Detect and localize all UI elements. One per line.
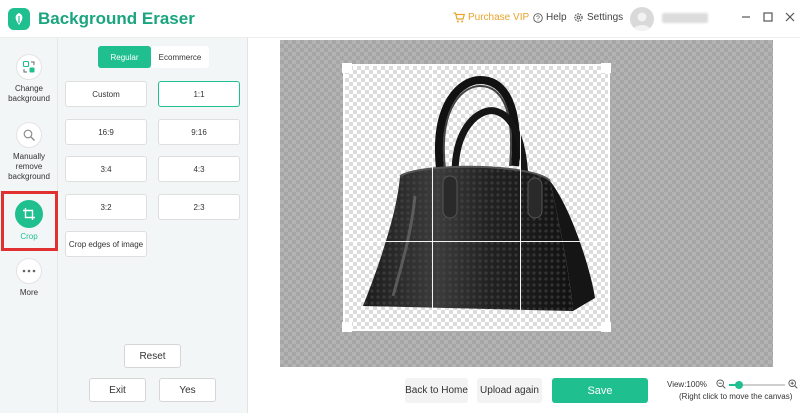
- settings-label: Settings: [587, 12, 624, 23]
- ratio-4-3[interactable]: 4:3: [158, 156, 240, 182]
- gear-icon: [574, 13, 583, 22]
- crop-box[interactable]: [342, 63, 611, 332]
- ratio-1-1[interactable]: 1:1: [158, 81, 240, 107]
- crop-edges-button[interactable]: Crop edges of image: [65, 231, 147, 257]
- ratio-3-4[interactable]: 3:4: [65, 156, 147, 182]
- crop-handle-top-left[interactable]: [342, 63, 352, 73]
- ratio-2-3[interactable]: 2:3: [158, 194, 240, 220]
- avatar[interactable]: [630, 7, 654, 31]
- minimize-icon[interactable]: [739, 10, 753, 24]
- crop-handle-top-right[interactable]: [601, 63, 611, 73]
- change-background-icon: [16, 54, 42, 80]
- crop-tool-highlight: [1, 191, 58, 251]
- help-button[interactable]: ? Help: [533, 12, 567, 23]
- back-to-home-button[interactable]: Back to Home: [405, 378, 468, 403]
- username-blurred: [662, 13, 708, 23]
- grid-line: [520, 66, 521, 329]
- exit-button[interactable]: Exit: [89, 378, 146, 402]
- tab-ecommerce[interactable]: Ecommerce: [151, 46, 209, 68]
- close-icon[interactable]: [783, 10, 797, 24]
- purchase-vip-button[interactable]: Purchase VIP: [453, 12, 529, 23]
- help-icon: ?: [533, 12, 543, 23]
- upload-again-button[interactable]: Upload again: [477, 378, 542, 403]
- ratio-3-2[interactable]: 3:2: [65, 194, 147, 220]
- more-dots-icon: [16, 258, 42, 284]
- ratio-16-9[interactable]: 16:9: [65, 119, 147, 145]
- tool-manual-remove[interactable]: Manually remove background: [0, 122, 58, 182]
- crop-handle-bottom-right[interactable]: [601, 322, 611, 332]
- zoom-slider[interactable]: [729, 381, 785, 389]
- ratio-9-16[interactable]: 9:16: [158, 119, 240, 145]
- help-label: Help: [546, 12, 567, 23]
- purchase-vip-label: Purchase VIP: [468, 12, 530, 23]
- yes-button[interactable]: Yes: [159, 378, 216, 402]
- tool-change-background[interactable]: Change background: [0, 54, 58, 104]
- maximize-icon[interactable]: [761, 10, 775, 24]
- app-title: Background Eraser: [38, 9, 195, 28]
- tool-label: Change background: [8, 84, 50, 103]
- cart-icon: [453, 12, 465, 23]
- zoom-out-icon[interactable]: [716, 379, 726, 389]
- svg-text:?: ?: [536, 15, 540, 22]
- tool-label: More: [19, 288, 39, 297]
- tool-label: Manually remove background: [8, 152, 50, 181]
- ratio-custom[interactable]: Custom: [65, 81, 147, 107]
- zoom-in-icon[interactable]: [788, 379, 798, 389]
- settings-button[interactable]: Settings: [573, 12, 623, 23]
- bottom-bar: Back to Home Upload again Save View:100%…: [250, 368, 800, 413]
- zoom-level: View:100%: [667, 380, 707, 389]
- handbag-image: [363, 75, 595, 311]
- reset-button[interactable]: Reset: [124, 344, 181, 368]
- canvas-hint: (Right click to move the canvas): [679, 392, 793, 401]
- app-logo-icon: [8, 8, 30, 30]
- title-bar: Background Eraser Purchase VIP ? Help Se…: [0, 0, 800, 38]
- grid-line: [345, 241, 608, 242]
- zoom-slider-knob[interactable]: [735, 381, 744, 389]
- tool-more[interactable]: More: [0, 258, 58, 298]
- tab-regular[interactable]: Regular: [98, 46, 151, 68]
- crop-handle-bottom-left[interactable]: [342, 322, 352, 332]
- manual-remove-icon: [16, 122, 42, 148]
- crop-panel: Regular Ecommerce Custom 1:1 16:9 9:16 3…: [58, 38, 248, 413]
- grid-line: [432, 66, 433, 329]
- save-button[interactable]: Save: [552, 378, 648, 403]
